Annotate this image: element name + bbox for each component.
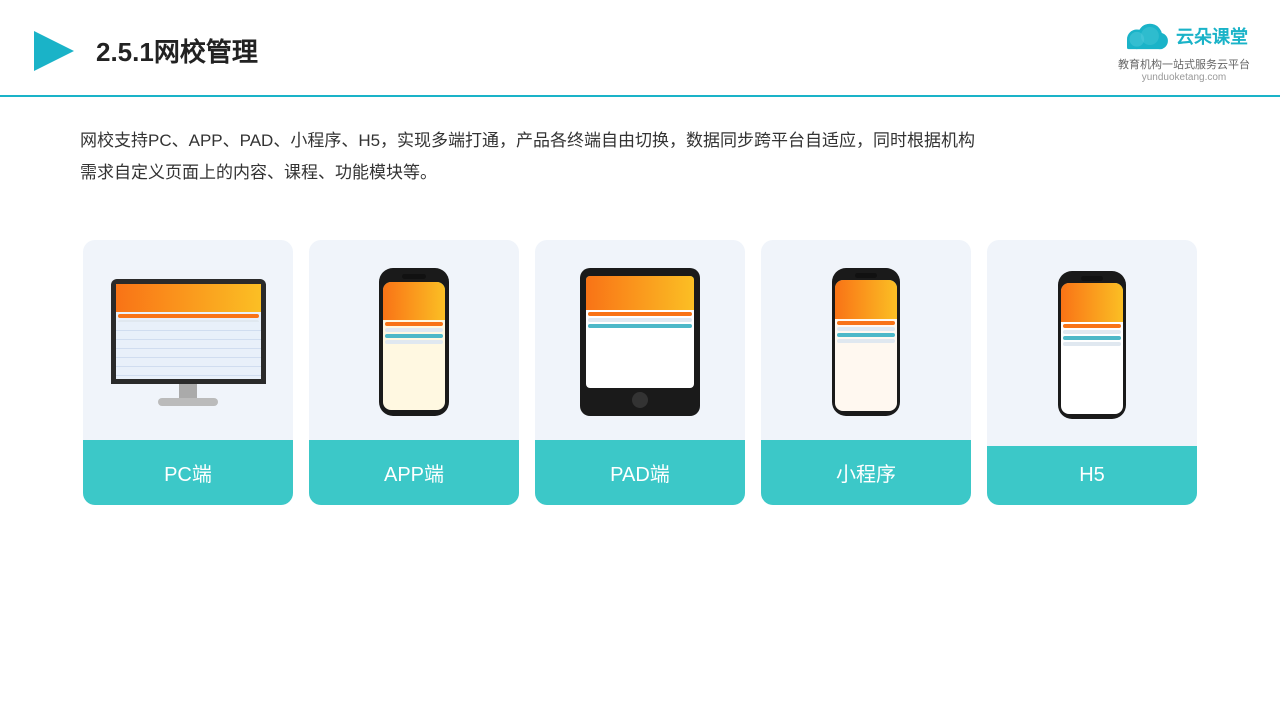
pc-card: PC端 (83, 240, 293, 505)
screen-row (118, 314, 259, 318)
screen-row (588, 318, 692, 322)
miniprogram-card: 小程序 (761, 240, 971, 505)
phone-notch (402, 274, 426, 279)
header: 2.5.1网校管理 云朵课堂 教育机构一站式服务云平台 yunduoketang… (0, 0, 1280, 97)
h5-image-area (987, 240, 1197, 446)
cloud-icon (1120, 18, 1170, 54)
app-label: APP端 (309, 440, 519, 505)
screen-row (1063, 330, 1121, 334)
logo-area: 云朵课堂 教育机构一站式服务云平台 yunduoketang.com (1118, 18, 1250, 83)
screen-row (118, 338, 259, 342)
app-rows (383, 320, 445, 348)
monitor-stand-neck (179, 384, 197, 398)
h5-phone-mockup (1058, 271, 1126, 419)
screen-row (1063, 324, 1121, 328)
screen-row (1063, 342, 1121, 346)
app-banner (383, 282, 445, 320)
app-phone-mockup (379, 268, 449, 416)
description-line2: 需求自定义页面上的内容、课程、功能模块等。 (80, 157, 1200, 189)
screen-row (385, 322, 443, 326)
page-title: 2.5.1网校管理 (96, 32, 258, 69)
screen-row (118, 320, 259, 324)
phone-screen (383, 282, 445, 410)
screen-row (837, 327, 895, 331)
pc-label: PC端 (83, 440, 293, 505)
logo-tagline: 教育机构一站式服务云平台 (1118, 56, 1250, 72)
monitor-frame (111, 279, 266, 384)
cards-section: PC端 APP端 (0, 210, 1280, 535)
screen-row (1063, 336, 1121, 340)
phone-tall-screen (835, 280, 897, 411)
screen-row (588, 312, 692, 316)
phone-tall-screen-inner (835, 280, 897, 411)
pc-monitor-mockup (111, 279, 266, 406)
screen-row (837, 333, 895, 337)
pc-image-area (83, 240, 293, 440)
screen-row (385, 340, 443, 344)
pad-home-button (632, 392, 648, 408)
screen-row (118, 332, 259, 336)
miniprogram-phone-mockup (832, 268, 900, 416)
h5-label: H5 (987, 446, 1197, 505)
pad-screen (586, 276, 694, 388)
mini-rows (835, 319, 897, 347)
pad-image-area (535, 240, 745, 440)
logo-cloud: 云朵课堂 (1120, 18, 1248, 54)
app-card: APP端 (309, 240, 519, 505)
h5-notch (1081, 276, 1103, 281)
phone-tall-notch (855, 273, 877, 278)
h5-banner (1061, 283, 1123, 322)
h5-rows (1061, 322, 1123, 350)
logo-brand-text: 云朵课堂 (1176, 23, 1248, 49)
pad-rows (586, 310, 694, 332)
description-line1: 网校支持PC、APP、PAD、小程序、H5，实现多端打通，产品各终端自由切换，数… (80, 125, 1200, 157)
pad-screen-inner (586, 276, 694, 388)
pad-card: PAD端 (535, 240, 745, 505)
logo-domain: yunduoketang.com (1142, 72, 1227, 83)
header-left: 2.5.1网校管理 (30, 27, 258, 75)
monitor-stand-base (158, 398, 218, 406)
pad-banner (586, 276, 694, 310)
mini-banner (835, 280, 897, 319)
monitor-banner (116, 284, 261, 313)
screen-row (118, 326, 259, 330)
h5-card: H5 (987, 240, 1197, 505)
app-image-area (309, 240, 519, 440)
screen-row (837, 321, 895, 325)
screen-row (385, 334, 443, 338)
pad-label: PAD端 (535, 440, 745, 505)
phone-screen-inner (383, 282, 445, 410)
screen-row (588, 324, 692, 328)
screen-row (837, 339, 895, 343)
pad-mockup (580, 268, 700, 416)
monitor-screen (116, 284, 261, 379)
play-icon (30, 27, 78, 75)
h5-screen (1061, 283, 1123, 414)
monitor-rows (116, 312, 261, 346)
h5-screen-inner (1061, 283, 1123, 414)
description-text: 网校支持PC、APP、PAD、小程序、H5，实现多端打通，产品各终端自由切换，数… (0, 97, 1280, 200)
miniprogram-label: 小程序 (761, 440, 971, 505)
screen-row (385, 328, 443, 332)
miniprogram-image-area (761, 240, 971, 440)
